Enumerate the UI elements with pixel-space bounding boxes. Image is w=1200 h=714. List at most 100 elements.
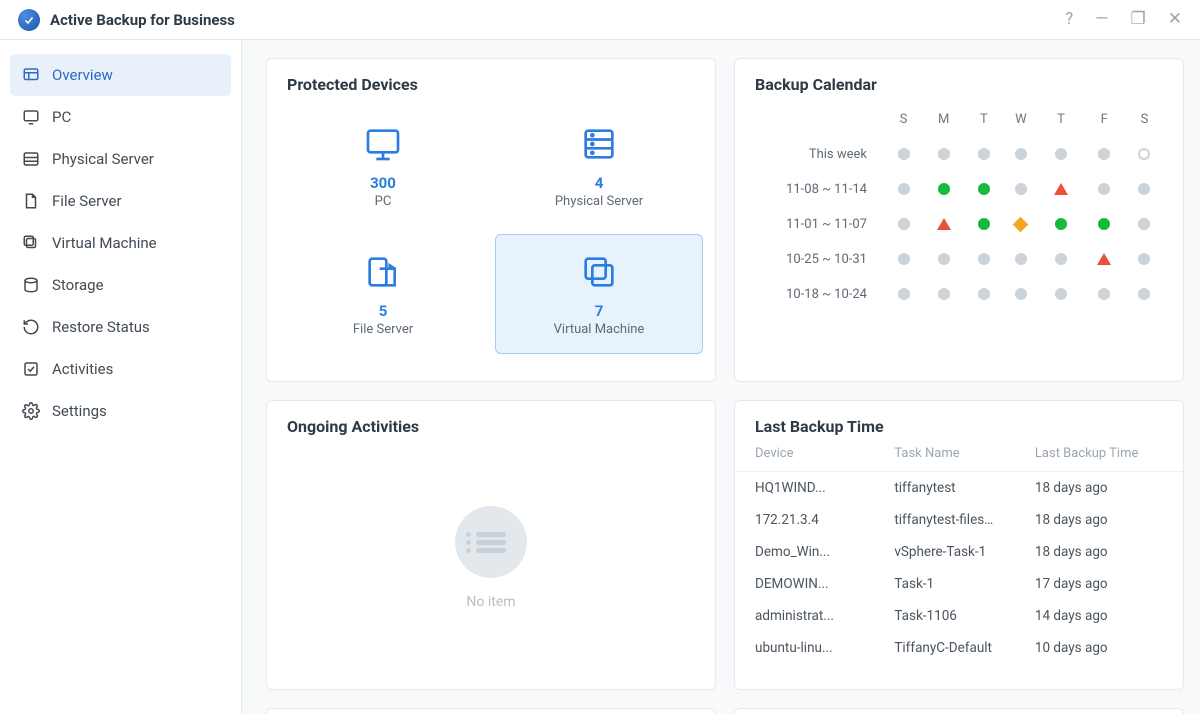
table-row[interactable]: administrat... Task-1106 14 days ago xyxy=(735,600,1183,632)
calendar-cell[interactable] xyxy=(922,137,965,172)
calendar-cell[interactable] xyxy=(1083,242,1126,277)
calendar-cell[interactable] xyxy=(965,242,1002,277)
cell-time: 10 days ago xyxy=(1015,632,1183,672)
calendar-cell[interactable] xyxy=(1039,172,1082,207)
calendar-cell[interactable] xyxy=(1039,242,1082,277)
sidebar-item-settings[interactable]: Settings xyxy=(10,390,231,432)
sidebar-item-label: Restore Status xyxy=(52,318,150,336)
calendar-row-label: 10-18 ~ 10-24 xyxy=(755,277,885,312)
sidebar-item-storage[interactable]: Storage xyxy=(10,264,231,306)
status-none-icon xyxy=(898,183,910,195)
calendar-cell[interactable] xyxy=(1126,137,1163,172)
calendar-cell[interactable] xyxy=(965,207,1002,242)
logs-title: Logs xyxy=(735,709,1183,714)
table-row[interactable]: DEMOWIN... Task-1 17 days ago xyxy=(735,568,1183,600)
status-none-icon xyxy=(1015,148,1027,160)
table-row[interactable]: 172.21.3.4 tiffanytest-fileserver 18 day… xyxy=(735,504,1183,536)
calendar-cell[interactable] xyxy=(1083,207,1126,242)
app-icon xyxy=(18,9,40,31)
protected-label: Virtual Machine xyxy=(554,322,645,337)
pc-icon xyxy=(22,108,40,126)
table-row[interactable]: ubuntu-linu... TiffanyC-Default 10 days … xyxy=(735,632,1183,672)
minimize-icon[interactable]: — xyxy=(1095,11,1108,28)
calendar-cell[interactable] xyxy=(885,137,922,172)
protected-tile-pc[interactable]: 300 PC xyxy=(279,106,487,226)
protected-count: 4 xyxy=(595,174,604,192)
status-none-icon xyxy=(938,253,950,265)
calendar-cell[interactable] xyxy=(885,277,922,312)
col-task[interactable]: Task Name xyxy=(874,442,1015,472)
calendar-cell[interactable] xyxy=(922,172,965,207)
sidebar-item-overview[interactable]: Overview xyxy=(10,54,231,96)
calendar-cell[interactable] xyxy=(1083,137,1126,172)
calendar-cell[interactable] xyxy=(1002,207,1039,242)
protected-tile-file-server[interactable]: 5 File Server xyxy=(279,234,487,354)
calendar-cell[interactable] xyxy=(1002,172,1039,207)
logs-card: ↗ Logs xyxy=(734,708,1184,714)
help-icon[interactable]: ? xyxy=(1065,11,1073,28)
maximize-icon[interactable]: ❐ xyxy=(1131,11,1146,28)
settings-icon xyxy=(22,402,40,420)
calendar-cell[interactable] xyxy=(922,207,965,242)
calendar-cell[interactable] xyxy=(965,137,1002,172)
sidebar-item-activities[interactable]: Activities xyxy=(10,348,231,390)
calendar-cell[interactable] xyxy=(885,172,922,207)
cell-time: 14 days ago xyxy=(1015,600,1183,632)
status-warning-icon xyxy=(1013,217,1029,233)
col-time[interactable]: Last Backup Time xyxy=(1015,442,1183,472)
calendar-cell[interactable] xyxy=(1126,207,1163,242)
calendar-cell[interactable] xyxy=(965,172,1002,207)
calendar-cell[interactable] xyxy=(1002,277,1039,312)
calendar-cell[interactable] xyxy=(1126,277,1163,312)
sidebar-item-physical-server[interactable]: Physical Server xyxy=(10,138,231,180)
cell-device: HQ1WIND... xyxy=(735,472,874,505)
table-row[interactable]: Demo_Win... vSphere-Task-1 18 days ago xyxy=(735,536,1183,568)
calendar-cell[interactable] xyxy=(1126,242,1163,277)
calendar-cell[interactable] xyxy=(1126,172,1163,207)
calendar-cell[interactable] xyxy=(1039,137,1082,172)
calendar-cell[interactable] xyxy=(1002,242,1039,277)
calendar-cell[interactable] xyxy=(1039,277,1082,312)
calendar-cell[interactable] xyxy=(1002,137,1039,172)
calendar-row-label: 11-01 ~ 11-07 xyxy=(755,207,885,242)
table-row[interactable]: HQ1WIND... tiffanytest 18 days ago xyxy=(735,472,1183,505)
protected-count: 7 xyxy=(595,302,604,320)
sidebar-item-label: Storage xyxy=(52,276,104,294)
cell-time: 17 days ago xyxy=(1015,568,1183,600)
sidebar-item-label: Physical Server xyxy=(52,150,154,168)
protected-count: 5 xyxy=(379,302,388,320)
calendar-cell[interactable] xyxy=(885,242,922,277)
calendar-cell[interactable] xyxy=(1083,277,1126,312)
col-device[interactable]: Device xyxy=(735,442,874,472)
empty-text: No item xyxy=(466,594,515,610)
status-none-icon xyxy=(1138,288,1150,300)
sidebar-item-label: Virtual Machine xyxy=(52,234,157,252)
sidebar-item-pc[interactable]: PC xyxy=(10,96,231,138)
expand-icon[interactable]: ↗ xyxy=(1153,709,1183,714)
status-none-icon xyxy=(1098,148,1110,160)
lastbackup-title: Last Backup Time xyxy=(735,401,1183,442)
storage-status-card: Storage Status xyxy=(266,708,716,714)
calendar-cell[interactable] xyxy=(922,242,965,277)
cell-time: 18 days ago xyxy=(1015,472,1183,505)
calendar-cell[interactable] xyxy=(1083,172,1126,207)
app-title: Active Backup for Business xyxy=(50,11,235,29)
calendar-cell[interactable] xyxy=(922,277,965,312)
calendar-cell[interactable] xyxy=(1039,207,1082,242)
calendar-day-header: T xyxy=(965,106,1002,137)
sidebar: Overview PC Physical Server File Server … xyxy=(0,40,242,714)
status-none-icon xyxy=(1098,183,1110,195)
sidebar-item-file-server[interactable]: File Server xyxy=(10,180,231,222)
sidebar-item-virtual-machine[interactable]: Virtual Machine xyxy=(10,222,231,264)
protected-tile-virtual-machine[interactable]: 7 Virtual Machine xyxy=(495,234,703,354)
cell-task: TiffanyC-Default xyxy=(874,632,1015,672)
sidebar-item-label: Overview xyxy=(52,66,113,84)
calendar-row: This week xyxy=(755,137,1163,172)
sidebar-item-restore-status[interactable]: Restore Status xyxy=(10,306,231,348)
calendar-title: Backup Calendar xyxy=(735,59,1183,106)
calendar-cell[interactable] xyxy=(885,207,922,242)
status-none-icon xyxy=(938,148,950,160)
protected-tile-physical-server[interactable]: 4 Physical Server xyxy=(495,106,703,226)
calendar-cell[interactable] xyxy=(965,277,1002,312)
close-icon[interactable]: ✕ xyxy=(1168,11,1182,28)
